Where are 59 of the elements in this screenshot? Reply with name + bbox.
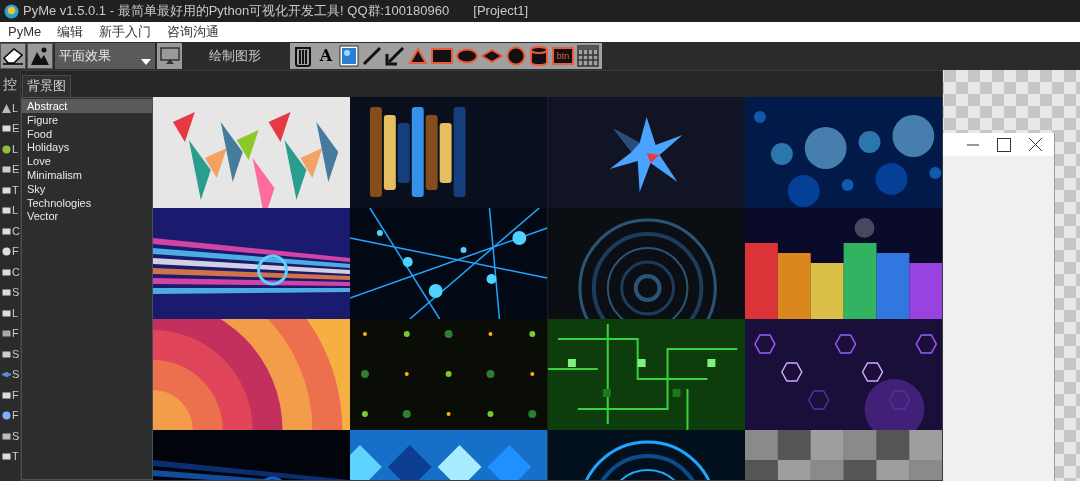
close-icon[interactable]: [1029, 138, 1042, 151]
widget-label[interactable]: F: [12, 328, 19, 340]
maximize-icon[interactable]: [997, 137, 1011, 152]
diamond-icon[interactable]: [481, 49, 503, 63]
button-tool-button[interactable]: btn: [552, 47, 574, 65]
image-tool-button[interactable]: [27, 43, 53, 69]
widget-label[interactable]: T: [12, 451, 19, 463]
menu-item[interactable]: 新手入门: [99, 22, 152, 42]
widget-label[interactable]: L: [12, 143, 19, 155]
menu-item[interactable]: 咨询沟通: [167, 22, 220, 42]
text-tool-button[interactable]: A: [316, 48, 336, 64]
widget-label[interactable]: F: [12, 410, 19, 422]
menu-item[interactable]: PyMe: [8, 22, 42, 42]
widget-label[interactable]: S: [12, 369, 20, 381]
app-icon: [4, 3, 19, 19]
widget-label[interactable]: T: [12, 184, 19, 196]
widget-label[interactable]: L: [12, 307, 19, 319]
widget-label[interactable]: S: [12, 287, 20, 299]
widget-label[interactable]: E: [12, 164, 20, 176]
project-name: [Project1]: [473, 2, 529, 21]
category-item[interactable]: Food: [22, 126, 152, 141]
slider-widget-icon[interactable]: [2, 370, 11, 380]
caret-icon: [141, 59, 151, 65]
category-item[interactable]: Vector: [22, 209, 152, 224]
minimize-icon[interactable]: [967, 143, 979, 146]
style-dropdown[interactable]: 平面效果: [55, 43, 155, 69]
widget-label[interactable]: E: [12, 123, 20, 135]
category-item[interactable]: Figure: [22, 112, 152, 127]
draw-tool-button[interactable]: [0, 43, 26, 69]
table-icon[interactable]: [577, 45, 599, 67]
category-item[interactable]: Love: [22, 154, 152, 168]
widget-label[interactable]: L: [12, 205, 19, 217]
rectangle-icon[interactable]: [431, 48, 453, 64]
category-item[interactable]: Minimalism: [22, 168, 152, 182]
triangle-icon[interactable]: [408, 47, 428, 65]
widget-label[interactable]: C: [12, 266, 20, 278]
section-label: 绘制图形: [209, 47, 262, 66]
widget-label[interactable]: L: [12, 102, 19, 114]
preview-button[interactable]: [157, 43, 182, 69]
sidebar-heading: 控: [3, 75, 18, 94]
category-item[interactable]: Sky: [22, 181, 152, 196]
widget-label[interactable]: C: [12, 225, 20, 237]
arrow-icon[interactable]: [385, 46, 405, 66]
widget-label[interactable]: S: [12, 430, 20, 442]
ellipse-icon[interactable]: [456, 48, 478, 64]
menu-item[interactable]: 编辑: [57, 22, 84, 42]
category-item[interactable]: Abstract: [22, 99, 152, 113]
circle-icon[interactable]: [506, 46, 526, 66]
line-icon[interactable]: [362, 46, 382, 66]
trash-icon[interactable]: [293, 45, 313, 67]
image-icon[interactable]: [339, 45, 359, 67]
widget-label[interactable]: F: [12, 389, 19, 401]
category-item[interactable]: Technologies: [22, 195, 152, 210]
category-item[interactable]: Holidays: [22, 140, 152, 155]
window-title: PyMe v1.5.0.1 - 最简单最好用的Python可视化开发工具! QQ群:100180960: [23, 2, 450, 21]
cylinder-icon[interactable]: [529, 45, 549, 67]
widget-label[interactable]: S: [12, 348, 20, 360]
panel-tab[interactable]: 背景图: [22, 75, 71, 97]
widget-label[interactable]: F: [12, 246, 19, 258]
